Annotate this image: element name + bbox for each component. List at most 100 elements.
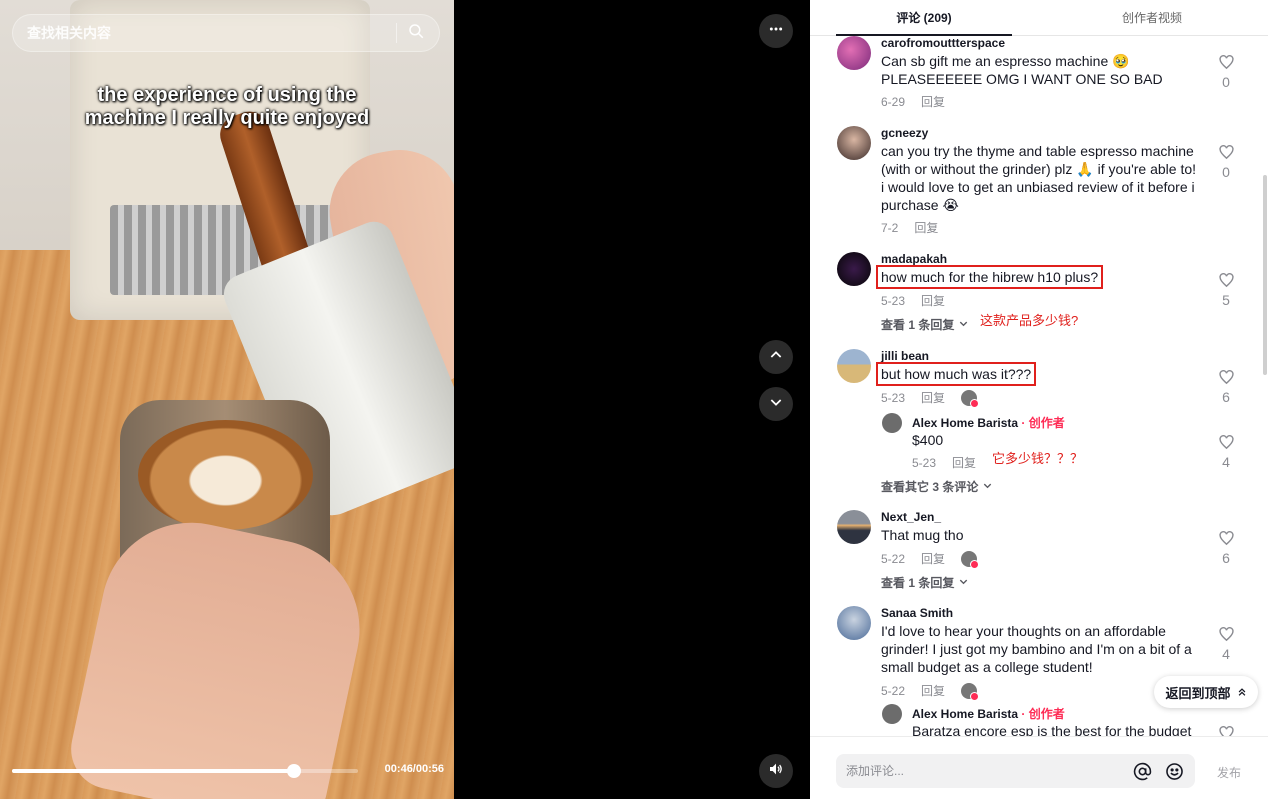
caption-line-1: the experience of using the xyxy=(97,84,357,106)
view-replies-button[interactable]: 查看 1 条回复 xyxy=(881,316,969,333)
reply-meta: 5-23 回复 xyxy=(912,454,976,471)
view-replies-label: 查看 1 条回复 xyxy=(881,576,955,590)
like-count: 5 xyxy=(1222,292,1230,308)
reply-user: Alex Home Barista xyxy=(912,416,1019,430)
emoji-icon[interactable] xyxy=(1163,760,1185,782)
post-button[interactable]: 发布 xyxy=(1217,764,1241,781)
heart-icon xyxy=(1214,144,1238,161)
heart-icon xyxy=(1214,626,1238,643)
comment-text: but how much was it??? xyxy=(875,362,1037,386)
reply-button[interactable]: 回复 xyxy=(921,292,945,309)
like-button[interactable]: 5 xyxy=(1214,272,1238,308)
reply-button[interactable]: 回复 xyxy=(921,93,945,110)
chevron-down-icon xyxy=(958,576,969,590)
view-more-label: 查看其它 3 条评论 xyxy=(881,480,979,494)
creator-liked-avatar xyxy=(961,682,980,701)
reply-user: Alex Home Barista xyxy=(912,707,1019,721)
creator-badge: · 创作者 xyxy=(1021,707,1065,721)
comment-meta: 5-22 回复 xyxy=(881,550,980,569)
like-button[interactable]: 0 xyxy=(1214,144,1238,180)
search-divider xyxy=(396,23,397,43)
reply-text: $400 xyxy=(912,432,944,448)
comment-input[interactable] xyxy=(846,764,1121,778)
comment-username[interactable]: gcneezy xyxy=(881,126,928,140)
progress-bar[interactable] xyxy=(12,764,358,778)
comments-list[interactable]: carofromouttterspace Can sb gift me an e… xyxy=(810,36,1260,736)
like-button[interactable] xyxy=(1214,725,1238,736)
comment-meta: 6-29 回复 xyxy=(881,93,945,110)
avatar[interactable] xyxy=(837,126,871,160)
reply-date: 5-23 xyxy=(912,455,937,470)
previous-video-button[interactable] xyxy=(759,340,793,374)
comment-text: Can sb gift me an espresso machine 🥹 PLE… xyxy=(881,53,1163,87)
chevron-down-icon xyxy=(982,480,993,494)
like-button[interactable]: 6 xyxy=(1214,369,1238,405)
comment-username[interactable]: Next_Jen_ xyxy=(881,510,941,524)
heart-icon xyxy=(1214,434,1238,451)
latte-art-image xyxy=(138,420,313,530)
like-button[interactable]: 0 xyxy=(1214,54,1238,90)
like-button[interactable]: 6 xyxy=(1214,530,1238,566)
annotation-text: 它多少钱？？？ xyxy=(992,451,1084,466)
comments-scrollbar[interactable] xyxy=(1263,175,1267,375)
comment-meta: 5-23 回复 xyxy=(881,292,945,309)
heart-icon xyxy=(1214,369,1238,386)
comment-text: can you try the thyme and table espresso… xyxy=(881,143,1197,213)
avatar[interactable] xyxy=(837,606,871,640)
comment-date: 7-2 xyxy=(881,220,899,235)
comment-username[interactable]: Sanaa Smith xyxy=(881,606,953,620)
video-time: 00:46/00:56 xyxy=(384,763,444,775)
tab-creator-videos[interactable]: 创作者视频 xyxy=(1038,0,1266,35)
search-placeholder: 查找相关内容 xyxy=(27,25,111,41)
reply-username[interactable]: Alex Home Barista · 创作者 xyxy=(912,414,1065,431)
mention-icon[interactable] xyxy=(1131,760,1153,782)
avatar[interactable] xyxy=(882,704,902,724)
reply-username[interactable]: Alex Home Barista · 创作者 xyxy=(912,705,1065,722)
like-button[interactable]: 4 xyxy=(1214,626,1238,662)
view-more-comments-button[interactable]: 查看其它 3 条评论 xyxy=(881,478,993,495)
comment-username[interactable]: jilli bean xyxy=(881,349,929,363)
like-button[interactable]: 4 xyxy=(1214,434,1238,470)
reply-button[interactable]: 回复 xyxy=(921,389,945,406)
chevron-down-icon xyxy=(768,394,784,415)
avatar[interactable] xyxy=(882,413,902,433)
like-count: 4 xyxy=(1222,646,1230,662)
video-player[interactable]: 查找相关内容 the experience of using the machi… xyxy=(0,0,454,799)
avatar[interactable] xyxy=(837,36,871,70)
caption-line-2: machine I really quite enjoyed xyxy=(84,107,370,129)
reply-button[interactable]: 回复 xyxy=(914,219,938,236)
search-icon[interactable] xyxy=(407,22,425,45)
comment-text: That mug tho xyxy=(881,527,964,543)
avatar[interactable] xyxy=(837,252,871,286)
reply-button[interactable]: 回复 xyxy=(921,682,945,699)
heart-icon xyxy=(1214,725,1238,736)
avatar[interactable] xyxy=(837,349,871,383)
search-box[interactable]: 查找相关内容 xyxy=(12,14,440,52)
comment-input-bar: 发布 xyxy=(810,736,1268,799)
volume-button[interactable] xyxy=(759,754,793,788)
comment-text: I'd love to hear your thoughts on an aff… xyxy=(881,623,1192,675)
view-replies-label: 查看 1 条回复 xyxy=(881,318,955,332)
double-chevron-up-icon xyxy=(1237,685,1247,700)
comment-username[interactable]: madapakah xyxy=(881,252,947,266)
reply-text: Baratza encore esp is the best for the b… xyxy=(912,723,1192,736)
comment-date: 5-22 xyxy=(881,683,906,698)
more-options-button[interactable] xyxy=(759,14,793,48)
comment-meta: 5-23 回复 xyxy=(881,389,980,408)
back-to-top-button[interactable]: 返回到顶部 xyxy=(1154,676,1258,708)
heart-icon xyxy=(1214,272,1238,289)
creator-liked-avatar xyxy=(961,389,980,408)
heart-icon xyxy=(1214,54,1238,71)
next-video-button[interactable] xyxy=(759,387,793,421)
like-count: 0 xyxy=(1222,74,1230,90)
comment-username[interactable]: carofromouttterspace xyxy=(881,36,1005,50)
view-replies-button[interactable]: 查看 1 条回复 xyxy=(881,574,969,591)
reply-button[interactable]: 回复 xyxy=(952,454,976,471)
comment-input-box[interactable] xyxy=(836,754,1195,788)
reply-button[interactable]: 回复 xyxy=(921,550,945,567)
heart-icon xyxy=(1214,530,1238,547)
avatar[interactable] xyxy=(837,510,871,544)
like-count: 0 xyxy=(1222,164,1230,180)
progress-handle[interactable] xyxy=(286,764,301,778)
tab-comments[interactable]: 评论 (209) xyxy=(810,0,1038,36)
